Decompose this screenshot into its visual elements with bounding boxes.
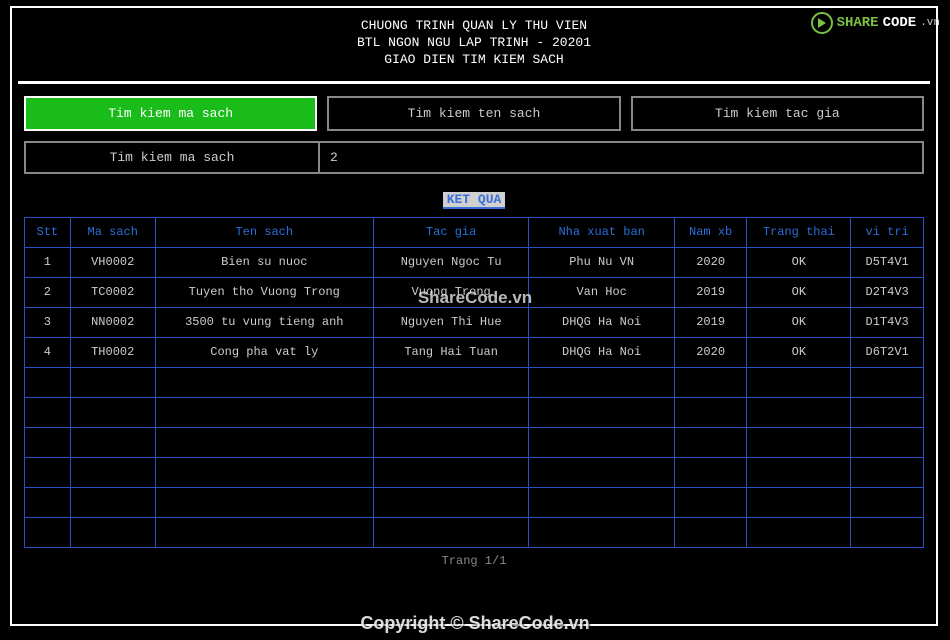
- search-input[interactable]: 2: [320, 141, 924, 174]
- result-heading-text: KET QUA: [443, 192, 506, 209]
- table-row[interactable]: 2TC0002Tuyen tho Vuong TrongVuong TrongV…: [25, 277, 924, 307]
- results-table-wrap: Stt Ma sach Ten sach Tac gia Nha xuat ba…: [18, 217, 930, 548]
- search-label: Tim kiem ma sach: [24, 141, 320, 174]
- table-row-empty: [25, 427, 924, 457]
- cell-tt: OK: [747, 277, 851, 307]
- col-stt: Stt: [25, 217, 71, 247]
- cell-vt: D6T2V1: [851, 337, 924, 367]
- divider: [18, 81, 930, 84]
- cell-stt: 3: [25, 307, 71, 337]
- cell-ma: NN0002: [70, 307, 155, 337]
- cell-tg: Nguyen Thi Hue: [373, 307, 529, 337]
- header-line1: CHUONG TRINH QUAN LY THU VIEN: [18, 18, 930, 35]
- table-row-empty: [25, 397, 924, 427]
- cell-nam: 2020: [674, 247, 747, 277]
- cell-stt: 1: [25, 247, 71, 277]
- table-row-empty: [25, 367, 924, 397]
- cell-nam: 2019: [674, 307, 747, 337]
- logo-text-share: SHARE: [837, 15, 879, 31]
- header: CHUONG TRINH QUAN LY THU VIEN BTL NGON N…: [18, 14, 930, 79]
- table-row[interactable]: 1VH0002Bien su nuocNguyen Ngoc TuPhu Nu …: [25, 247, 924, 277]
- pager: Trang 1/1: [18, 554, 930, 568]
- results-table: Stt Ma sach Ten sach Tac gia Nha xuat ba…: [24, 217, 924, 548]
- table-row[interactable]: 4TH0002Cong pha vat lyTang Hai TuanDHQG …: [25, 337, 924, 367]
- col-ten-sach: Ten sach: [155, 217, 373, 247]
- result-heading: KET QUA: [18, 192, 930, 207]
- cell-ma: TH0002: [70, 337, 155, 367]
- cell-tg: Vuong Trong: [373, 277, 529, 307]
- tab-search-author[interactable]: Tim kiem tac gia: [631, 96, 924, 131]
- logo-text-vn: .vn: [920, 17, 940, 29]
- cell-tt: OK: [747, 307, 851, 337]
- cell-nxb: Van Hoc: [529, 277, 674, 307]
- cell-stt: 2: [25, 277, 71, 307]
- col-ma-sach: Ma sach: [70, 217, 155, 247]
- watermark-logo: SHARECODE.vn: [811, 12, 940, 34]
- table-body: 1VH0002Bien su nuocNguyen Ngoc TuPhu Nu …: [25, 247, 924, 547]
- cell-vt: D1T4V3: [851, 307, 924, 337]
- cell-tg: Nguyen Ngoc Tu: [373, 247, 529, 277]
- header-line3: GIAO DIEN TIM KIEM SACH: [18, 52, 930, 69]
- table-row-empty: [25, 487, 924, 517]
- col-vi-tri: vi tri: [851, 217, 924, 247]
- table-row-empty: [25, 457, 924, 487]
- app-frame: CHUONG TRINH QUAN LY THU VIEN BTL NGON N…: [10, 6, 938, 626]
- tab-search-name[interactable]: Tim kiem ten sach: [327, 96, 620, 131]
- cell-vt: D2T4V3: [851, 277, 924, 307]
- cell-nxb: DHQG Ha Noi: [529, 337, 674, 367]
- col-nha-xuat-ban: Nha xuat ban: [529, 217, 674, 247]
- cell-vt: D5T4V1: [851, 247, 924, 277]
- tab-search-code[interactable]: Tim kiem ma sach: [24, 96, 317, 131]
- cell-tt: OK: [747, 247, 851, 277]
- col-tac-gia: Tac gia: [373, 217, 529, 247]
- col-nam-xb: Nam xb: [674, 217, 747, 247]
- cell-tt: OK: [747, 337, 851, 367]
- cell-ten: 3500 tu vung tieng anh: [155, 307, 373, 337]
- cell-nxb: Phu Nu VN: [529, 247, 674, 277]
- cell-ten: Bien su nuoc: [155, 247, 373, 277]
- tab-row: Tim kiem ma sach Tim kiem ten sach Tim k…: [18, 96, 930, 131]
- cell-nxb: DHQG Ha Noi: [529, 307, 674, 337]
- cell-stt: 4: [25, 337, 71, 367]
- cell-tg: Tang Hai Tuan: [373, 337, 529, 367]
- search-row: Tim kiem ma sach 2: [18, 141, 930, 174]
- logo-icon: [811, 12, 833, 34]
- cell-ma: VH0002: [70, 247, 155, 277]
- table-header-row: Stt Ma sach Ten sach Tac gia Nha xuat ba…: [25, 217, 924, 247]
- cell-ma: TC0002: [70, 277, 155, 307]
- col-trang-thai: Trang thai: [747, 217, 851, 247]
- cell-ten: Cong pha vat ly: [155, 337, 373, 367]
- header-line2: BTL NGON NGU LAP TRINH - 20201: [18, 35, 930, 52]
- table-row[interactable]: 3NN00023500 tu vung tieng anhNguyen Thi …: [25, 307, 924, 337]
- cell-ten: Tuyen tho Vuong Trong: [155, 277, 373, 307]
- logo-text-code: CODE: [883, 15, 917, 31]
- cell-nam: 2020: [674, 337, 747, 367]
- table-row-empty: [25, 517, 924, 547]
- cell-nam: 2019: [674, 277, 747, 307]
